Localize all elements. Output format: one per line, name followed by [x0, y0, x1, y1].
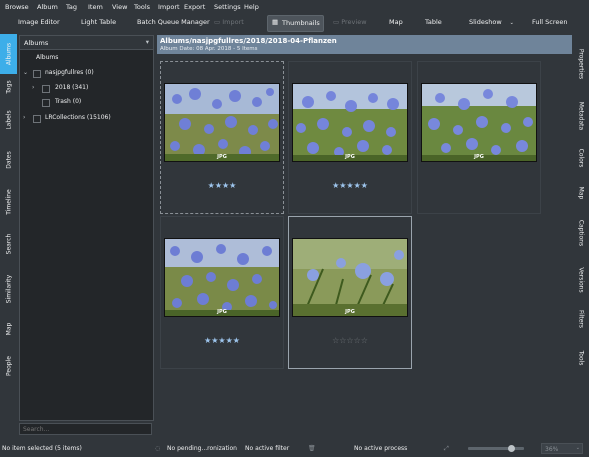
menu-item[interactable]: Item [88, 3, 103, 11]
chevron-down-icon[interactable]: ▾ [146, 38, 149, 46]
album-checkbox[interactable] [33, 70, 41, 78]
flower-photo [422, 84, 536, 161]
album-header: Albums/nasjpgfullres/2018/2018-04-Pflanz… [157, 35, 572, 54]
rating-stars[interactable]: ☆☆☆☆☆ [289, 336, 411, 345]
rating-stars[interactable]: ★★★★ [161, 181, 283, 190]
zoom-slider-handle[interactable] [508, 445, 515, 452]
album-subtitle: Album Date: 08 Apr. 2018 - 5 Items [160, 46, 258, 52]
rating-stars[interactable]: ★★★★★ [161, 336, 283, 345]
preview-button[interactable]: ▭ Preview [333, 18, 367, 26]
rating-stars[interactable]: ★★★★★ [289, 181, 411, 190]
tab-dates[interactable]: Dates [0, 140, 17, 180]
tab-people[interactable]: People [0, 344, 17, 388]
process-status: No active process [354, 445, 408, 452]
import-button[interactable]: ▭ Import [214, 18, 244, 26]
menu-browse[interactable]: Browse [5, 3, 29, 11]
import-icon: ▭ [214, 18, 223, 26]
zoom-level-input[interactable]: 36% ⌄ [541, 443, 583, 454]
tree-item-lrcollections[interactable]: LRCollections (15106) [45, 114, 111, 121]
zoom-slider[interactable] [468, 445, 524, 452]
thumbnail-image[interactable]: JPG [164, 238, 280, 317]
menu-album[interactable]: Album [37, 3, 58, 11]
trash-icon[interactable]: 🗑 [308, 445, 316, 452]
left-sidebar-tabs: Albums Tags Labels Dates Timeline Search… [0, 34, 17, 439]
album-checkbox[interactable] [42, 99, 50, 107]
tab-captions[interactable]: Captions [573, 208, 589, 258]
menu-edit[interactable]: View [112, 3, 127, 11]
tab-tags[interactable]: Tags [0, 74, 17, 100]
tab-similarity[interactable]: Similarity [0, 264, 17, 314]
tab-map-right[interactable]: Map [573, 178, 589, 208]
table-button[interactable]: Table [425, 18, 442, 26]
tab-labels[interactable]: Labels [0, 100, 17, 140]
expand-arrow-icon[interactable]: › [32, 84, 34, 91]
tab-filters[interactable]: Filters [573, 302, 589, 336]
light-table-button[interactable]: Light Table [81, 18, 116, 26]
map-button[interactable]: Map [389, 18, 403, 26]
tab-search[interactable]: Search [0, 224, 17, 264]
thumbnail-image[interactable]: JPG [292, 238, 408, 317]
main-toolbar: Image Editor Light Table Batch Queue Man… [0, 13, 589, 33]
thumbnail-image[interactable]: JPG [292, 83, 408, 162]
thumbnails-icon: ▦ [272, 18, 279, 26]
full-screen-button[interactable]: Full Screen [532, 18, 568, 26]
status-bar: No item selected (5 items) ◌ No pending.… [0, 440, 589, 457]
thumbnails-button[interactable]: ▦ Thumbnails [267, 15, 324, 32]
thumbnail-item[interactable]: JPG ★★★★★ [160, 216, 284, 369]
tree-item-nasjpgfullres[interactable]: nasjpgfullres (0) [45, 69, 94, 76]
tree-item-2018[interactable]: 2018 (341) [55, 84, 88, 91]
album-checkbox[interactable] [42, 85, 50, 93]
preview-icon: ▭ [333, 18, 342, 26]
flower-photo [293, 84, 407, 161]
album-path-title: Albums/nasjpgfullres/2018/2018-04-Pflanz… [160, 37, 337, 45]
album-search-input[interactable] [19, 423, 152, 435]
chevron-down-icon: ⌄ [575, 445, 580, 451]
menu-view[interactable]: Tools [134, 3, 150, 11]
tab-timeline[interactable]: Timeline [0, 180, 17, 224]
chevron-down-icon: ⌄ [509, 20, 514, 26]
album-checkbox[interactable] [33, 115, 41, 123]
menu-tag[interactable]: Tag [66, 3, 77, 11]
flower-photo [293, 239, 407, 316]
menu-import[interactable]: Export [184, 3, 205, 11]
tab-albums[interactable]: Albums [0, 34, 17, 74]
album-panel-header: Albums ▾ [20, 36, 153, 50]
right-sidebar-tabs: Properties Metadata Colors Map Captions … [573, 34, 589, 439]
thumbnail-item[interactable]: JPG ☆☆☆☆☆ [288, 216, 412, 369]
thumbnail-image[interactable]: JPG [164, 83, 280, 162]
thumbnail-image[interactable]: JPG [421, 83, 537, 162]
expand-arrow-icon[interactable]: ⌄ [23, 69, 28, 76]
filter-status[interactable]: No active filter [245, 445, 289, 452]
pending-status: No pending...ronization [167, 445, 237, 452]
thumbnail-grid[interactable]: JPG ★★★★ JPG ★★★★★ JPG JPG ★★★★★ JPG ☆☆☆… [157, 54, 572, 439]
slideshow-button[interactable]: Slideshow ⌄ [469, 18, 514, 26]
menubar: Browse Album Tag Item View Tools Import … [0, 0, 589, 13]
tree-item-trash[interactable]: Trash (0) [55, 98, 81, 105]
batch-queue-button[interactable]: Batch Queue Manager [137, 18, 210, 26]
tree-item-albums[interactable]: Albums [36, 54, 58, 61]
selection-status: No item selected (5 items) [2, 445, 82, 452]
album-tree-panel: Albums ▾ Albums ⌄ nasjpgfullres (0) › 20… [19, 35, 154, 421]
expand-arrow-icon[interactable]: › [23, 114, 25, 121]
tab-properties[interactable]: Properties [573, 34, 589, 94]
tab-map[interactable]: Map [0, 314, 17, 344]
thumbnail-item[interactable]: JPG ★★★★ [160, 61, 284, 214]
tab-metadata[interactable]: Metadata [573, 94, 589, 138]
tab-colors[interactable]: Colors [573, 138, 589, 178]
flower-photo [165, 239, 279, 316]
menu-settings[interactable]: Help [244, 3, 259, 11]
image-editor-button[interactable]: Image Editor [18, 18, 60, 26]
thumbnail-item[interactable]: JPG [417, 61, 541, 214]
tab-tools[interactable]: Tools [573, 336, 589, 380]
tab-versions[interactable]: Versions [573, 258, 589, 302]
menu-export[interactable]: Settings [214, 3, 241, 11]
sync-icon: ◌ [155, 445, 161, 452]
menu-tools[interactable]: Import [158, 3, 180, 11]
flower-photo [165, 84, 279, 161]
fit-to-window-icon[interactable]: ⤢ [444, 445, 449, 453]
thumbnail-item[interactable]: JPG ★★★★★ [288, 61, 412, 214]
